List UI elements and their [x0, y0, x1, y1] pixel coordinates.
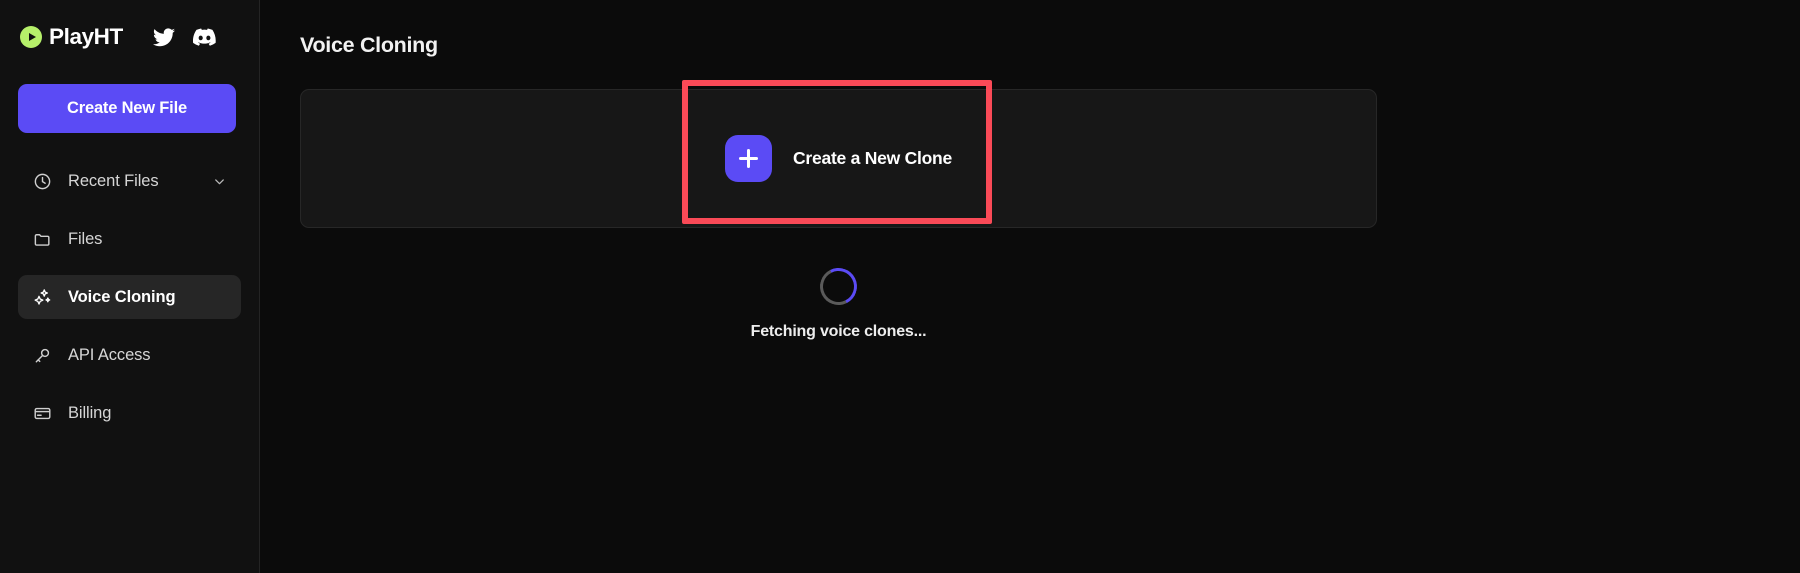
plus-icon — [725, 135, 773, 182]
loading-state: Fetching voice clones... — [300, 263, 1377, 341]
key-icon — [32, 345, 53, 366]
main-content: Voice Cloning Create a New Clone Fetchin… — [260, 0, 1800, 573]
sidebar-item-label: Files — [68, 229, 103, 248]
create-new-file-button[interactable]: Create New File — [18, 84, 236, 133]
social-links — [152, 27, 216, 47]
sidebar: PlayHT Create New File Recent Files File… — [0, 0, 260, 573]
twitter-icon[interactable] — [152, 27, 175, 47]
sidebar-item-label: Recent Files — [68, 171, 159, 190]
chevron-down-icon[interactable] — [212, 174, 227, 189]
voice-clone-card: Create a New Clone — [300, 80, 1377, 228]
brand-name: PlayHT — [49, 24, 123, 49]
sidebar-item-label: Billing — [68, 403, 112, 422]
sidebar-item-billing[interactable]: Billing — [18, 391, 241, 435]
credit-card-icon — [32, 403, 53, 424]
discord-icon[interactable] — [192, 28, 216, 46]
loading-status-text: Fetching voice clones... — [750, 323, 927, 340]
sidebar-item-recent-files[interactable]: Recent Files — [18, 159, 241, 203]
sidebar-item-files[interactable]: Files — [18, 217, 241, 261]
app-logo[interactable]: PlayHT — [20, 24, 123, 50]
spinner-icon — [815, 263, 862, 310]
sidebar-item-label: API Access — [68, 345, 151, 364]
create-a-new-clone-button[interactable]: Create a New Clone — [725, 135, 952, 182]
sidebar-item-label: Voice Cloning — [68, 287, 176, 306]
create-clone-label: Create a New Clone — [793, 148, 952, 168]
page-title: Voice Cloning — [300, 33, 438, 57]
folder-icon — [32, 229, 53, 250]
brand-row: PlayHT — [18, 0, 241, 74]
clock-icon — [32, 171, 53, 192]
sidebar-item-api-access[interactable]: API Access — [18, 333, 241, 377]
sparkles-icon — [32, 287, 53, 308]
sidebar-item-voice-cloning[interactable]: Voice Cloning — [18, 275, 241, 319]
play-circle-icon — [20, 26, 42, 48]
sidebar-nav: Recent Files Files Voice Cloning API Acc… — [18, 159, 241, 435]
